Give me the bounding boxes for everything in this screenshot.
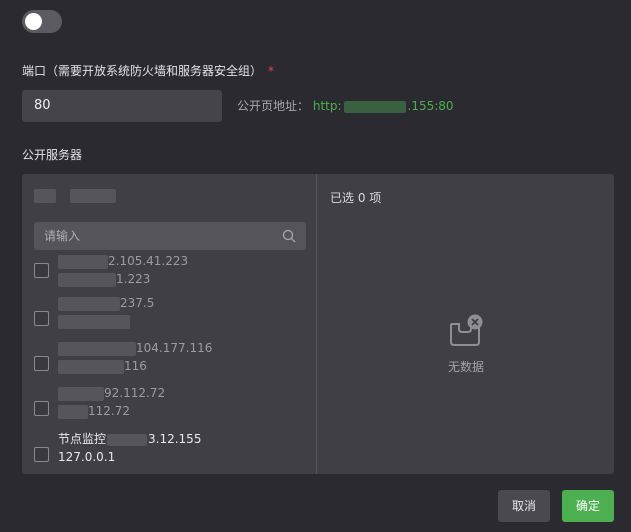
target-pane: 已选 0 项 无数据 — [318, 174, 614, 474]
source-pane: 2.105.41.223 1.223 237.5 104.177.116 116… — [22, 174, 317, 474]
server-checkbox[interactable] — [34, 447, 49, 462]
redacted-ip — [58, 341, 136, 356]
server-item[interactable]: 节点监控 3.12.155 127.0.0.1 — [34, 432, 304, 474]
source-pane-title — [34, 188, 116, 203]
port-input[interactable]: 80 — [22, 90, 222, 122]
servers-label: 公开服务器 — [22, 148, 83, 162]
redacted-ip — [58, 296, 120, 311]
search-input[interactable] — [34, 222, 306, 250]
redacted-host — [343, 100, 406, 113]
server-text: 92.112.72 112.72 — [58, 384, 165, 420]
server-ip-secondary: 112.72 — [88, 404, 130, 418]
public-toggle[interactable] — [22, 10, 62, 33]
server-name: 节点监控 — [58, 432, 107, 446]
redacted-ip — [58, 254, 108, 269]
server-ip: 104.177.116 — [136, 341, 213, 355]
server-text: 104.177.116 116 — [58, 339, 212, 375]
empty-text: 无数据 — [447, 360, 484, 374]
server-checkbox[interactable] — [34, 401, 49, 416]
server-text: 237.5 — [58, 294, 154, 330]
port-label: 端口（需要开放系统防火墙和服务器安全组） * — [22, 62, 274, 79]
redacted-title — [34, 188, 56, 203]
server-text: 2.105.41.223 1.223 — [58, 252, 188, 288]
url-prefix: http: — [312, 99, 342, 113]
url-suffix: .155:80 — [407, 99, 454, 113]
server-ip-secondary: 116 — [124, 359, 147, 373]
search-box[interactable] — [34, 222, 306, 250]
server-transfer: 2.105.41.223 1.223 237.5 104.177.116 116… — [22, 174, 614, 474]
server-ip: 92.112.72 — [104, 386, 166, 400]
selected-count: 已选 0 项 — [330, 191, 382, 205]
server-item[interactable]: 2.105.41.223 1.223 — [34, 254, 304, 298]
redacted-ip — [58, 272, 116, 287]
server-ip: 237.5 — [120, 296, 155, 310]
server-text: 节点监控 3.12.155 127.0.0.1 — [58, 430, 201, 466]
redacted-ip — [58, 386, 104, 401]
server-ip: 2.105.41.223 — [108, 254, 189, 268]
search-icon[interactable] — [282, 229, 296, 243]
redacted-ip — [58, 314, 130, 329]
server-ip: 3.12.155 — [148, 432, 202, 446]
toggle-knob — [25, 13, 42, 30]
empty-box-icon — [450, 314, 483, 346]
confirm-button[interactable]: 确定 — [562, 490, 614, 522]
server-checkbox[interactable] — [34, 263, 49, 278]
redacted-title — [69, 188, 116, 203]
redacted-ip — [107, 433, 148, 446]
server-checkbox[interactable] — [34, 311, 49, 326]
required-mark: * — [268, 64, 275, 78]
server-checkbox[interactable] — [34, 356, 49, 371]
server-ip-secondary: 1.223 — [116, 272, 151, 286]
redacted-ip — [58, 404, 88, 419]
server-ip-secondary: 127.0.0.1 — [58, 450, 116, 464]
public-address-url[interactable]: http: .155:80 — [313, 99, 454, 113]
public-address: 公开页地址： http: .155:80 — [237, 97, 454, 114]
port-label-text: 端口（需要开放系统防火墙和服务器安全组） — [22, 64, 263, 78]
cancel-button[interactable]: 取消 — [498, 490, 550, 522]
empty-state: 无数据 — [318, 314, 614, 375]
public-address-label: 公开页地址： — [237, 99, 310, 113]
redacted-ip — [58, 359, 124, 374]
port-value: 80 — [34, 98, 51, 113]
